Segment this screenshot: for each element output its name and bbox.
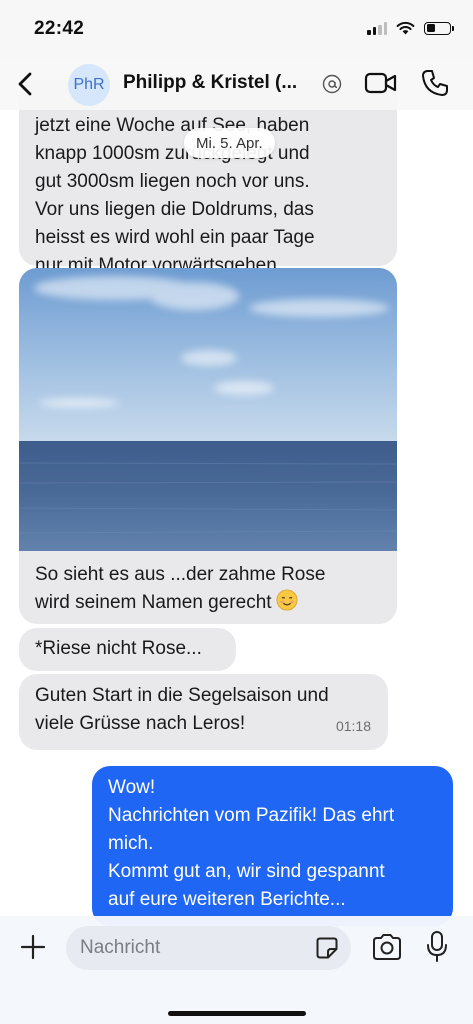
chat-header: PhR Philipp & Kristel (... — [0, 58, 473, 110]
username-badge-icon — [322, 74, 342, 94]
message-text: Wow! Nachrichten vom Pazifik! Das ehrt m… — [108, 777, 395, 910]
battery-icon — [424, 21, 454, 35]
ocean-photo[interactable] — [19, 268, 397, 551]
message-bubble-incoming-photo[interactable]: So sieht es aus ...der zahme Rose wird s… — [19, 268, 397, 624]
message-input[interactable] — [80, 926, 300, 970]
wifi-icon — [396, 21, 415, 35]
cellular-signal-icon — [367, 22, 387, 35]
microphone-icon[interactable] — [425, 930, 449, 964]
camera-icon[interactable] — [371, 932, 403, 962]
video-camera-icon[interactable] — [364, 70, 398, 96]
message-bubble-incoming[interactable]: *Riese nicht Rose... — [19, 628, 236, 671]
phone-icon[interactable] — [420, 68, 450, 98]
home-indicator — [168, 1011, 306, 1016]
status-time: 22:42 — [34, 18, 85, 39]
message-bubble-incoming[interactable]: Guten Start in die Segelsaison und viele… — [19, 674, 388, 750]
avatar[interactable]: PhR — [68, 64, 110, 106]
status-bar: 22:42 — [0, 0, 473, 58]
chevron-left-icon[interactable] — [10, 66, 44, 102]
status-icons — [367, 21, 454, 35]
chat-title[interactable]: Philipp & Kristel (... — [123, 72, 297, 94]
message-list[interactable]: jetzt eine Woche auf See, haben knapp 10… — [0, 0, 473, 1024]
message-timestamp: 01:18 — [335, 718, 371, 734]
message-text: Guten Start in die Segelsaison und viele… — [35, 685, 329, 734]
message-text: *Riese nicht Rose... — [35, 638, 202, 659]
message-input-container[interactable] — [66, 926, 351, 970]
message-composer — [0, 916, 473, 1024]
smiling-face-emoji-icon — [276, 589, 298, 611]
sticker-icon[interactable] — [315, 936, 339, 960]
plus-icon[interactable] — [18, 932, 48, 962]
message-bubble-outgoing[interactable]: Wow! Nachrichten vom Pazifik! Das ehrt m… — [92, 766, 453, 926]
message-text: So sieht es aus ...der zahme Rose wird s… — [35, 564, 326, 613]
date-separator: Mi. 5. Apr. — [184, 128, 275, 158]
